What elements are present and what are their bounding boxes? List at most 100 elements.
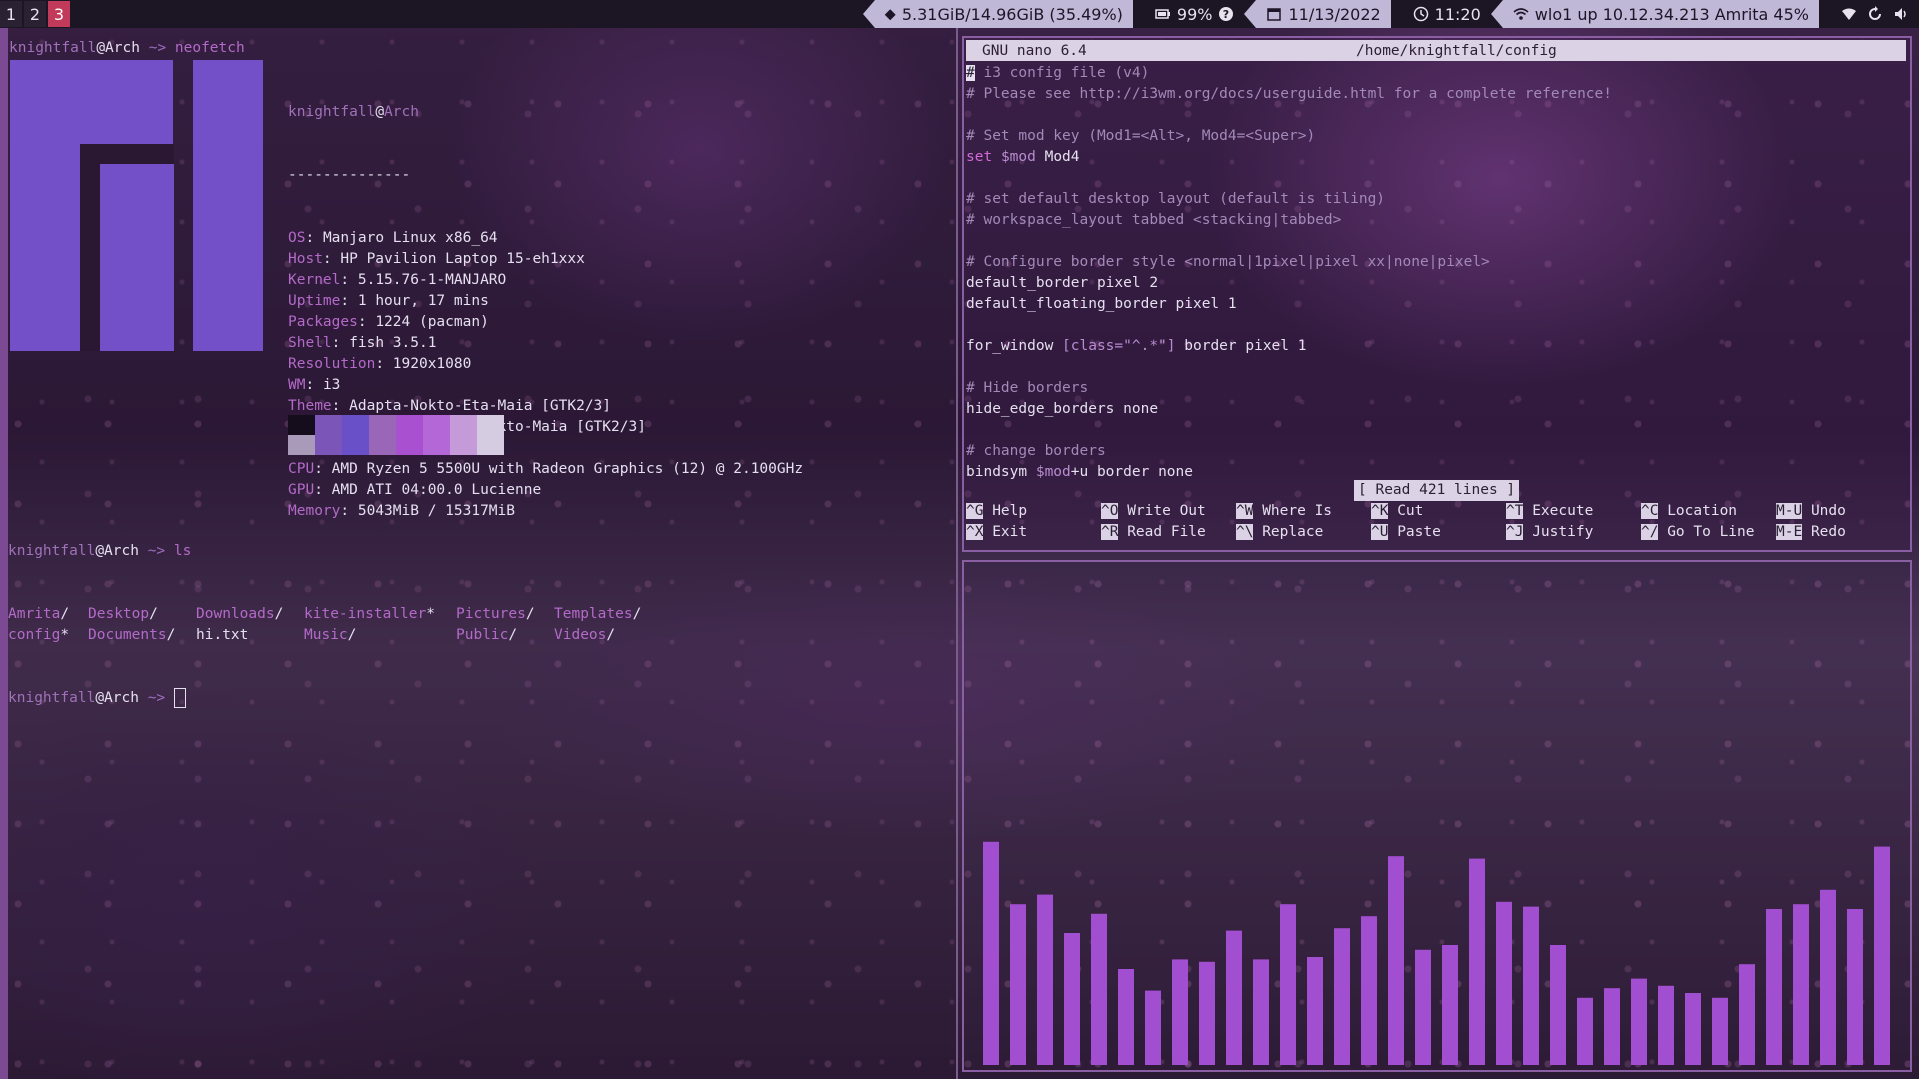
network-block[interactable]: wlo1 up 10.12.34.213 Amrita 45% xyxy=(1502,0,1819,28)
workspace-button-3[interactable]: 3 xyxy=(48,1,70,27)
info-value: 1 hour, 17 mins xyxy=(357,293,489,309)
visualizer-bar xyxy=(1577,997,1593,1065)
ls-entry[interactable]: hi.txt xyxy=(196,625,248,646)
variable: $mod xyxy=(1035,464,1071,480)
palette-top xyxy=(315,415,342,435)
ls-entry[interactable]: Music/ xyxy=(304,625,356,646)
workspace-button-2[interactable]: 2 xyxy=(24,1,46,27)
ls-entry[interactable]: config* xyxy=(8,625,69,646)
battery-block[interactable]: 99% ? xyxy=(1144,0,1245,28)
visualizer-bar xyxy=(1793,904,1809,1065)
info-value: AMD Ryzen 5 5500U with Radeon Graphics (… xyxy=(331,461,804,477)
shortcut-key: ^R xyxy=(1101,524,1119,540)
separator-arrow xyxy=(1390,0,1403,28)
network-text: wlo1 up 10.12.34.213 Amrita 45% xyxy=(1534,4,1809,24)
shortcut-key: ^U xyxy=(1371,524,1389,540)
visualizer-bar xyxy=(1631,978,1647,1065)
clock-icon xyxy=(1413,6,1428,22)
shortcut-label: Execute xyxy=(1532,503,1594,519)
workspace-button-1[interactable]: 1 xyxy=(0,1,22,27)
shortcut-item[interactable]: M-U Undo xyxy=(1776,501,1846,522)
shortcut-item[interactable]: ^K Cut xyxy=(1371,501,1423,522)
shortcut-item[interactable]: ^U Paste xyxy=(1371,522,1441,543)
ls-entry[interactable]: Downloads/ xyxy=(196,604,283,625)
ls-entry[interactable]: kite-installer* xyxy=(304,604,435,625)
palette-bottom xyxy=(315,435,342,455)
shortcut-label: Cut xyxy=(1397,503,1424,519)
separator-arrow xyxy=(1819,0,1831,28)
ls-entry[interactable]: Pictures/ xyxy=(456,604,535,625)
terminal-neofetch[interactable]: knightfall@Arch ~> neofetch knightfall@A… xyxy=(0,28,958,1079)
shortcut-item[interactable]: ^J Justify xyxy=(1506,522,1593,543)
info-colon: : xyxy=(357,314,376,330)
ls-entry[interactable]: Public/ xyxy=(456,625,517,646)
visualizer-bar xyxy=(1064,933,1080,1065)
wifi-alt-icon[interactable] xyxy=(1841,6,1857,22)
ls-entry[interactable]: Documents/ xyxy=(88,625,175,646)
shortcut-label: Paste xyxy=(1397,524,1441,540)
code-text: default_border pixel 2 xyxy=(966,275,1159,291)
palette-swatch xyxy=(342,415,369,455)
shortcut-item[interactable]: ^C Location xyxy=(1641,501,1737,522)
prompt-arrow: ~> xyxy=(139,40,175,56)
nano-editor[interactable]: GNU nano 6.4 /home/knightfall/config # i… xyxy=(962,36,1912,552)
palette-bottom xyxy=(477,435,504,455)
info-key: Memory xyxy=(288,503,341,519)
ls-name: hi.txt xyxy=(196,627,249,643)
code-text: for_window xyxy=(966,338,1063,354)
memory-block[interactable]: ⬥ 5.31GiB/14.96GiB (35.49%) xyxy=(874,0,1133,28)
neofetch-info: knightfall@Arch -------------- OS: Manja… xyxy=(288,60,803,564)
tray-block xyxy=(1831,0,1919,28)
info-value: 5.15.76-1-MANJARO xyxy=(357,272,507,288)
visualizer-bar xyxy=(1658,985,1674,1065)
visualizer-bar xyxy=(1442,945,1458,1065)
shortcut-item[interactable]: ^X Exit xyxy=(966,522,1027,543)
nf-host: Arch xyxy=(384,104,419,120)
ls-name: Pictures xyxy=(456,606,526,622)
code-line: # Please see http://i3wm.org/docs/usergu… xyxy=(966,84,1612,105)
shortcut-item[interactable]: ^\ Replace xyxy=(1236,522,1323,543)
shortcut-key: ^X xyxy=(966,524,984,540)
info-key: Host xyxy=(288,251,323,267)
info-colon: : xyxy=(322,251,341,267)
visualizer-bar xyxy=(1307,957,1323,1065)
shortcut-item[interactable]: ^G Help xyxy=(966,501,1027,522)
ls-output-block: knightfall@Arch ~> ls Amrita/Desktop/Dow… xyxy=(8,499,641,751)
shortcut-label: Justify xyxy=(1532,524,1594,540)
visualizer-chart xyxy=(983,841,1890,1065)
shortcut-key: ^G xyxy=(966,503,984,519)
shortcut-item[interactable]: ^/ Go To Line xyxy=(1641,522,1755,543)
ls-entry[interactable]: Videos/ xyxy=(554,625,615,646)
keyword: set xyxy=(966,149,993,165)
shortcut-key: ^W xyxy=(1236,503,1254,519)
date-block[interactable]: 11/13/2022 xyxy=(1256,0,1391,28)
shortcut-item[interactable]: ^O Write Out xyxy=(1101,501,1206,522)
shortcut-label: Go To Line xyxy=(1667,524,1755,540)
ls-entry[interactable]: Amrita/ xyxy=(8,604,69,625)
neofetch-row: Resolution: 1920x1080 xyxy=(288,354,803,375)
text-cursor xyxy=(173,688,186,708)
shortcut-item[interactable]: ^R Read File xyxy=(1101,522,1206,543)
shortcut-item[interactable]: ^T Execute xyxy=(1506,501,1593,522)
volume-icon[interactable] xyxy=(1893,6,1909,22)
ls-entry[interactable]: Desktop/ xyxy=(88,604,158,625)
info-value: 5043MiB / 15317MiB xyxy=(357,503,515,519)
ls-entry[interactable]: Templates/ xyxy=(554,604,641,625)
visualizer-bar xyxy=(1739,964,1755,1065)
palette-swatch xyxy=(369,415,396,455)
shortcut-item[interactable]: ^W Where Is xyxy=(1236,501,1332,522)
separator-arrow xyxy=(1244,0,1257,28)
palette-top xyxy=(369,415,396,435)
update-icon[interactable] xyxy=(1867,6,1883,22)
code-line: default_border pixel 2 xyxy=(966,273,1612,294)
shortcut-key: ^C xyxy=(1641,503,1659,519)
clock-block[interactable]: 11:20 xyxy=(1402,0,1491,28)
comment-text: # Hide borders xyxy=(966,380,1089,396)
prompt-line-3[interactable]: knightfall@Arch ~> xyxy=(8,688,191,709)
shortcut-item[interactable]: M-E Redo xyxy=(1776,522,1846,543)
nano-buffer[interactable]: # i3 config file (v4) # Please see http:/… xyxy=(966,63,1612,483)
